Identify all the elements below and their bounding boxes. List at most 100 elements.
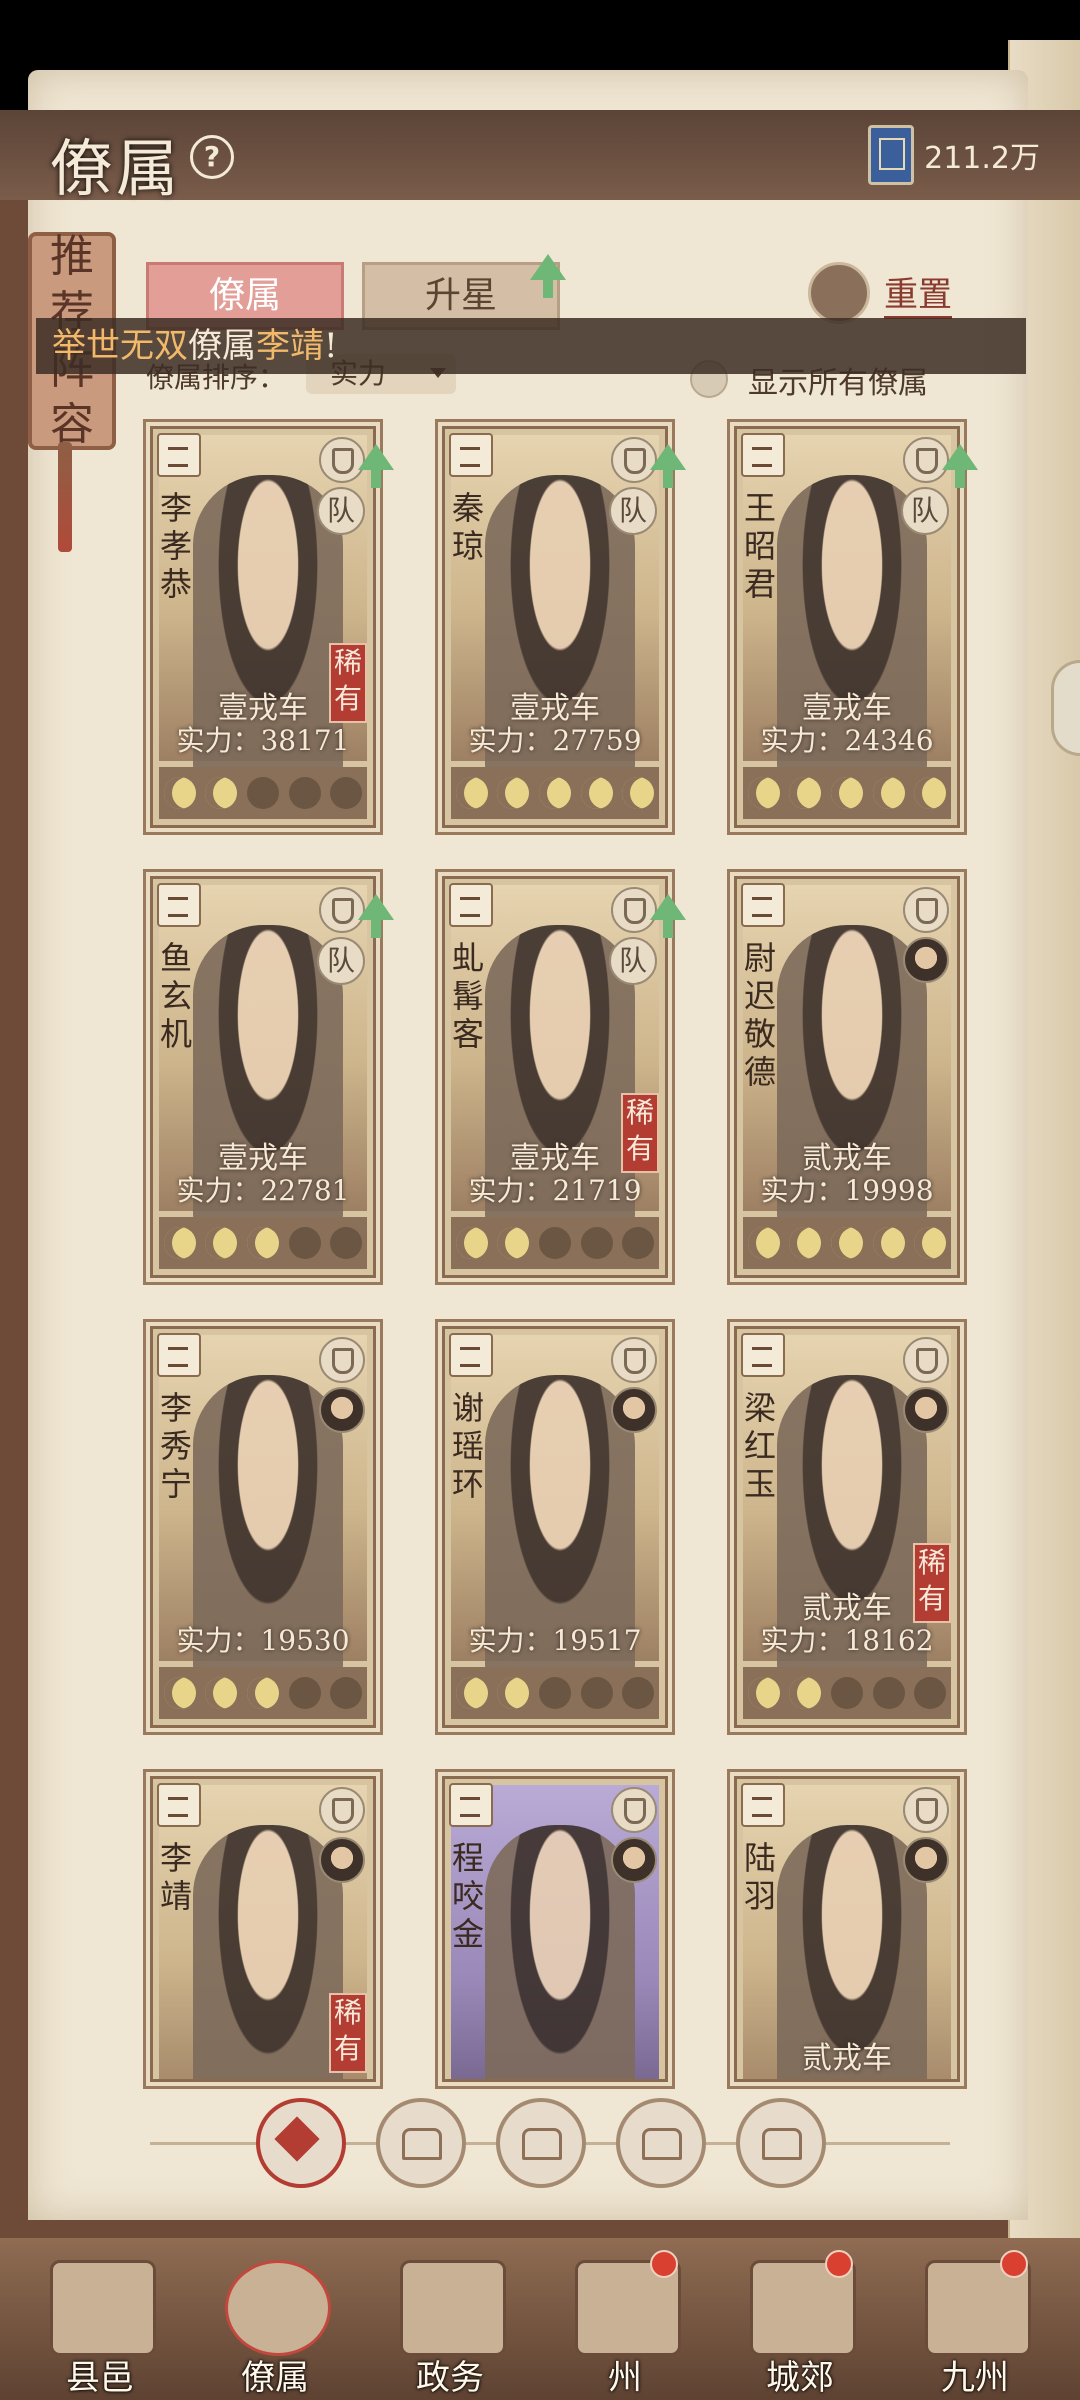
- subordinate-card[interactable]: 尉迟敬德 贰戎车 实力：19998: [734, 876, 960, 1278]
- bond-avatar-icon: [319, 1837, 365, 1883]
- moon-star-empty-icon: [622, 1677, 655, 1709]
- filter-faction-c-icon[interactable]: [616, 2098, 706, 2188]
- nav-building-icon: [225, 2260, 331, 2356]
- subordinate-card[interactable]: 陆羽 贰戎车: [734, 1776, 960, 2082]
- moon-star-filled-icon: [497, 777, 530, 809]
- bond-avatar-icon: [611, 1387, 657, 1433]
- subordinate-name: 李靖: [159, 1839, 192, 1915]
- moon-star-filled-icon: [163, 1677, 196, 1709]
- power-value: 实力：18162: [760, 1624, 934, 1657]
- faction-icon: [449, 433, 493, 477]
- star-row: [743, 767, 951, 819]
- subordinate-name: 尉迟敬德: [743, 939, 776, 1091]
- subordinate-name: 虬髯客: [451, 939, 484, 1053]
- moon-star-filled-icon: [747, 1227, 780, 1259]
- moon-star-empty-icon: [330, 1677, 363, 1709]
- filter-row: [150, 2098, 950, 2188]
- bond-avatar-icon: [903, 1387, 949, 1433]
- reset-label: 重置: [884, 267, 952, 319]
- upgrade-arrow-icon: [530, 254, 566, 298]
- nav-item[interactable]: 九州: [900, 2250, 1050, 2400]
- help-icon[interactable]: ?: [190, 135, 234, 179]
- nav-item[interactable]: 政务: [375, 2250, 525, 2400]
- book-currency-icon: [868, 125, 915, 185]
- star-row: [159, 1217, 367, 1269]
- moon-star-filled-icon: [163, 777, 196, 809]
- filter-all-icon[interactable]: [256, 2098, 346, 2188]
- moon-star-filled-icon: [914, 777, 947, 809]
- moon-star-empty-icon: [580, 1677, 613, 1709]
- team-badge: 队: [317, 487, 365, 535]
- moon-star-filled-icon: [246, 1227, 279, 1259]
- filter-faction-b-icon[interactable]: [496, 2098, 586, 2188]
- power-value: 实力：21719: [468, 1174, 642, 1207]
- moon-star-filled-icon: [455, 1227, 488, 1259]
- moon-star-filled-icon: [872, 1227, 905, 1259]
- star-row: [451, 767, 659, 819]
- nav-label: 县邑: [66, 2358, 134, 2398]
- power-value: 实力：19517: [468, 1624, 642, 1657]
- page-title: 僚属: [50, 132, 183, 205]
- moon-star-filled-icon: [205, 777, 238, 809]
- tassel-decoration: [58, 442, 72, 552]
- nav-building-icon: [400, 2260, 506, 2356]
- banner-name: 李靖: [256, 326, 324, 366]
- announcement-banner: 举世无双僚属李靖!: [36, 318, 1026, 374]
- reset-button[interactable]: 重置: [808, 262, 952, 324]
- star-row: [451, 1667, 659, 1719]
- subordinate-name: 梁红玉: [743, 1389, 776, 1503]
- subordinate-name: 秦琼: [451, 489, 484, 565]
- side-drawer-handle[interactable]: [1051, 660, 1080, 756]
- moon-star-empty-icon: [330, 777, 363, 809]
- filter-faction-d-icon[interactable]: [736, 2098, 826, 2188]
- subordinate-name: 王昭君: [743, 489, 776, 603]
- bond-avatar-icon: [319, 1387, 365, 1433]
- nav-label: 九州: [941, 2358, 1009, 2398]
- upgrade-arrow-icon: [650, 894, 686, 938]
- moon-star-filled-icon: [580, 777, 613, 809]
- subordinate-card[interactable]: 李靖 稀有: [150, 1776, 376, 2082]
- subordinate-name: 李孝恭: [159, 489, 192, 603]
- moon-star-filled-icon: [246, 1677, 279, 1709]
- bond-avatar-icon: [903, 937, 949, 983]
- moon-star-empty-icon: [580, 1227, 613, 1259]
- subordinate-card[interactable]: 队王昭君 壹戎车 实力：24346: [734, 426, 960, 828]
- class-icon: [903, 1787, 949, 1833]
- upgrade-arrow-icon: [942, 444, 978, 488]
- moon-star-filled-icon: [538, 777, 571, 809]
- moon-star-filled-icon: [455, 777, 488, 809]
- class-icon: [319, 1787, 365, 1833]
- faction-icon: [741, 1333, 785, 1377]
- currency-display[interactable]: 211.2万: [868, 125, 1040, 185]
- nav-item[interactable]: 城郊: [725, 2250, 875, 2400]
- nav-item[interactable]: 州: [550, 2250, 700, 2400]
- rank-tier: 贰戎车: [802, 2041, 892, 2076]
- subordinate-card[interactable]: 队李孝恭 稀有 壹戎车 实力：38171: [150, 426, 376, 828]
- moon-star-filled-icon: [747, 777, 780, 809]
- subordinate-card[interactable]: 队秦琼 壹戎车 实力：27759: [442, 426, 668, 828]
- filter-faction-a-icon[interactable]: [376, 2098, 466, 2188]
- subordinate-card[interactable]: 梁红玉 稀有 贰戎车 实力：18162: [734, 1326, 960, 1728]
- subordinate-card[interactable]: 队虬髯客 稀有 壹戎车 实力：21719: [442, 876, 668, 1278]
- currency-value: 211.2万: [924, 141, 1040, 176]
- moon-star-filled-icon: [789, 1227, 822, 1259]
- moon-star-filled-icon: [622, 777, 655, 809]
- faction-icon: [449, 883, 493, 927]
- faction-icon: [157, 433, 201, 477]
- subordinate-card[interactable]: 李秀宁 实力：19530: [150, 1326, 376, 1728]
- subordinate-card[interactable]: 程咬金: [442, 1776, 668, 2082]
- nav-label: 州: [608, 2358, 642, 2398]
- team-badge: 队: [317, 937, 365, 985]
- faction-icon: [157, 1783, 201, 1827]
- power-value: 实力：27759: [468, 724, 642, 757]
- upgrade-arrow-icon: [650, 444, 686, 488]
- moon-star-filled-icon: [789, 1677, 822, 1709]
- nav-item[interactable]: 僚属: [200, 2250, 350, 2400]
- moon-star-filled-icon: [163, 1227, 196, 1259]
- power-value: 实力：22781: [176, 1174, 350, 1207]
- subordinate-card[interactable]: 谢瑶环 实力：19517: [442, 1326, 668, 1728]
- team-badge: 队: [609, 937, 657, 985]
- nav-item[interactable]: 县邑: [25, 2250, 175, 2400]
- star-row: [159, 767, 367, 819]
- subordinate-card[interactable]: 队鱼玄机 壹戎车 实力：22781: [150, 876, 376, 1278]
